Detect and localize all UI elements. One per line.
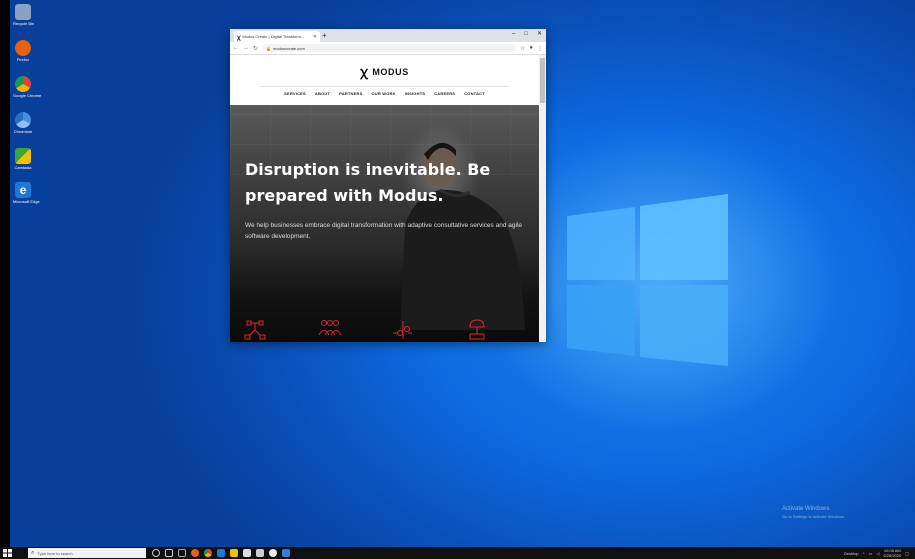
nav-contact[interactable]: CONTACT — [464, 91, 485, 96]
nav-careers[interactable]: CAREERS — [434, 91, 455, 96]
profile-icon[interactable]: ● — [529, 45, 533, 51]
firefox-icon — [15, 40, 31, 56]
modus-mark-icon: ꭓ — [360, 64, 368, 79]
lock-icon: 🔒 — [266, 45, 272, 51]
desktop-icon-chrome[interactable]: Google Chrome — [13, 76, 41, 98]
nav-services[interactable]: SERVICES — [284, 91, 306, 96]
window-controls: – □ ✕ — [512, 30, 542, 39]
menu-kebab-icon[interactable]: ⋮ — [537, 45, 543, 52]
taskbar-clock[interactable]: 10:08 AM 5/28/2020 — [883, 548, 901, 558]
task-view-icon[interactable] — [165, 549, 173, 557]
edge-icon: e — [15, 182, 31, 198]
left-edge-strip — [0, 0, 10, 547]
close-button[interactable]: ✕ — [537, 30, 542, 39]
windows-start-icon[interactable] — [3, 549, 12, 557]
volume-icon[interactable]: ◁ — [876, 551, 879, 556]
forward-icon[interactable]: → — [243, 45, 249, 51]
cortana-icon[interactable] — [152, 549, 160, 557]
tab-close-icon[interactable]: ✕ — [313, 34, 317, 40]
tray-desktop-label[interactable]: Desktop — [844, 551, 859, 556]
mail-icon[interactable] — [256, 549, 264, 557]
address-bar-row: ← → ↻ 🔒 moduscreate.com ☆ ● ⋮ — [230, 42, 546, 55]
maximize-button[interactable]: □ — [524, 30, 528, 39]
modus-logo[interactable]: ꭓ MODUS — [230, 65, 539, 78]
taskbar: ⌕ Type here to search Desktop ^ ▭ ◁ 10:0… — [0, 547, 915, 559]
search-icon: ⌕ — [31, 549, 35, 556]
sliders-icon[interactable] — [393, 321, 412, 339]
nav-partners[interactable]: PARTNERS — [339, 91, 362, 96]
service-icons-row — [244, 319, 485, 340]
chromium-taskbar-icon[interactable] — [269, 549, 277, 557]
taskbar-app-icon[interactable] — [178, 549, 186, 557]
site-nav: SERVICES ABOUT PARTNERS OUR WORK INSIGHT… — [230, 91, 539, 96]
activate-windows-watermark: Activate Windows Go to Settings to activ… — [782, 506, 846, 519]
camtasia-icon — [15, 148, 31, 164]
store-icon[interactable] — [243, 549, 251, 557]
people-icon[interactable] — [318, 320, 342, 336]
network-icon[interactable]: ▭ — [869, 551, 873, 556]
tab-bar: ꭓ Modus Create | Digital Transform... ✕ … — [230, 29, 546, 42]
minimize-button[interactable]: – — [512, 30, 515, 39]
page-scrollbar[interactable] — [539, 55, 546, 342]
site-header: ꭓ MODUS SERVICES ABOUT PARTNERS OUR WORK… — [230, 55, 539, 105]
cloud-upload-icon[interactable] — [469, 319, 485, 340]
url-text: moduscreate.com — [273, 45, 305, 51]
file-explorer-icon[interactable] — [230, 549, 238, 557]
desktop-icon-chromium[interactable]: Chromium — [13, 112, 33, 134]
web-page: ꭓ MODUS SERVICES ABOUT PARTNERS OUR WORK… — [230, 55, 539, 342]
header-divider — [260, 86, 509, 87]
desktop-icon-edge[interactable]: e Microsoft Edge — [13, 182, 40, 204]
hero-section: Disruption is inevitable. Be prepared wi… — [230, 105, 539, 342]
back-icon[interactable]: ← — [233, 45, 239, 51]
new-tab-button[interactable]: + — [322, 31, 327, 41]
chromium-icon — [15, 112, 31, 128]
bookmark-star-icon[interactable]: ☆ — [520, 45, 525, 52]
chrome-icon — [15, 76, 31, 92]
edge-taskbar-icon[interactable] — [217, 549, 225, 557]
address-input[interactable]: 🔒 moduscreate.com — [262, 44, 516, 52]
hero-description: We help businesses embrace digital trans… — [245, 222, 522, 240]
desktop-icon-firefox[interactable]: Firefox — [13, 40, 33, 62]
camtasia-taskbar-icon[interactable] — [282, 549, 290, 557]
nav-our-work[interactable]: OUR WORK — [371, 91, 395, 96]
tray-chevron-icon[interactable]: ^ — [863, 551, 865, 556]
desktop-icon-recycle-bin[interactable]: Recycle Bin — [13, 4, 34, 26]
hero-title: Disruption is inevitable. Be prepared wi… — [245, 160, 491, 205]
tab-title: Modus Create | Digital Transform... — [242, 34, 305, 39]
notifications-icon[interactable]: ▢ — [905, 551, 909, 556]
modus-favicon-icon: ꭓ — [237, 34, 241, 41]
browser-window[interactable]: ꭓ Modus Create | Digital Transform... ✕ … — [230, 29, 546, 342]
nav-about[interactable]: ABOUT — [315, 91, 330, 96]
browser-tab[interactable]: ꭓ Modus Create | Digital Transform... ✕ — [234, 31, 320, 42]
recycle-bin-icon — [15, 4, 31, 20]
firefox-taskbar-icon[interactable] — [191, 549, 199, 557]
chrome-taskbar-icon[interactable] — [204, 549, 212, 557]
reload-icon[interactable]: ↻ — [253, 45, 258, 52]
nav-insights[interactable]: INSIGHTS — [405, 91, 426, 96]
system-tray: Desktop ^ ▭ ◁ 10:08 AM 5/28/2020 ▢ — [844, 547, 909, 559]
taskbar-pinned-apps — [152, 549, 290, 557]
workflow-icon[interactable] — [244, 320, 266, 340]
desktop-icon-camtasia[interactable]: Camtasia — [13, 148, 33, 170]
scrollbar-thumb[interactable] — [540, 58, 545, 103]
taskbar-search-box[interactable]: ⌕ Type here to search — [28, 548, 146, 558]
